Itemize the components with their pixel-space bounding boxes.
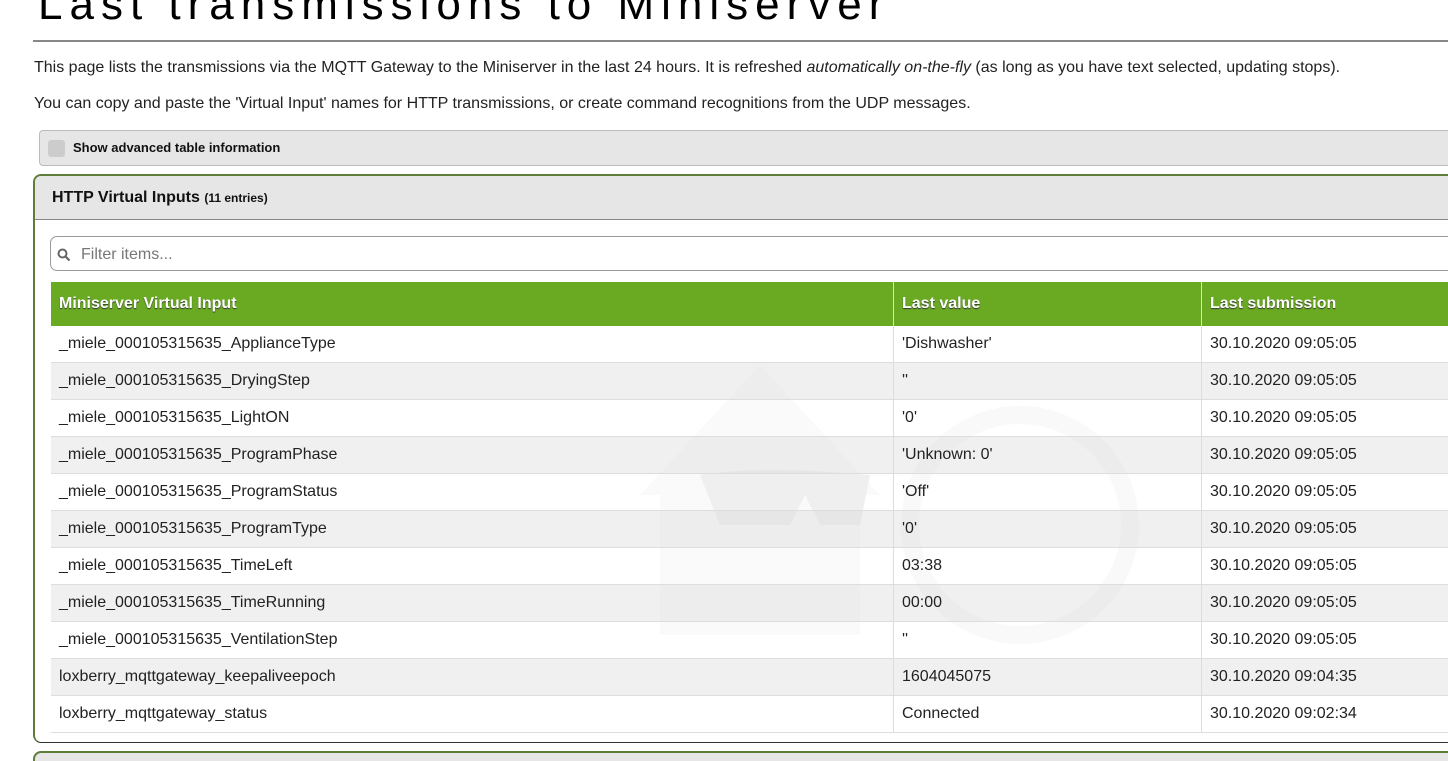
page-title: Last transmissions to Miniserver bbox=[38, 0, 891, 29]
table-row: _miele_000105315635_ProgramType '0' 30.10.… bbox=[51, 510, 1448, 548]
divider bbox=[33, 40, 1448, 42]
virtual-input-name: _miele_000105315635_LightON bbox=[51, 399, 894, 437]
intro-emphasis: automatically on-the-fly bbox=[806, 59, 971, 76]
virtual-input-name: _miele_000105315635_ProgramType bbox=[51, 510, 894, 548]
virtual-input-name: _miele_000105315635_TimeLeft bbox=[51, 547, 894, 585]
panel-header[interactable]: HTTP Virtual Inputs (11 entries) bbox=[35, 176, 1448, 220]
last-submission: 30.10.2020 09:05:05 bbox=[1201, 436, 1448, 474]
intro-text-end: (as long as you have text selected, upda… bbox=[970, 59, 1341, 76]
filter-input[interactable] bbox=[79, 241, 1383, 269]
table-row: _miele_000105315635_DryingStep '' 30.10.20… bbox=[51, 362, 1448, 400]
last-value: Connected bbox=[893, 695, 1202, 733]
virtual-input-name: loxberry_mqttgateway_keepaliveepoch bbox=[51, 658, 894, 696]
advanced-info-label[interactable]: Show advanced table information bbox=[73, 140, 280, 155]
last-value: '' bbox=[893, 621, 1202, 659]
advanced-info-checkbox[interactable] bbox=[48, 140, 65, 157]
table-row: _miele_000105315635_TimeRunning 00:00 30.1… bbox=[51, 584, 1448, 622]
last-value: 00:00 bbox=[893, 584, 1202, 622]
table-row: loxberry_mqttgateway_status Connected 30.1… bbox=[51, 695, 1448, 733]
next-panel-header[interactable] bbox=[33, 751, 1448, 761]
panel-title: HTTP Virtual Inputs (11 entries) bbox=[52, 189, 268, 207]
last-submission: 30.10.2020 09:05:05 bbox=[1201, 510, 1448, 548]
table-row: _miele_000105315635_ProgramPhase 'Unknown… bbox=[51, 436, 1448, 474]
last-submission: 30.10.2020 09:02:34 bbox=[1201, 695, 1448, 733]
intro-paragraph: This page lists the transmissions via th… bbox=[34, 59, 1340, 77]
virtual-input-name: _miele_000105315635_TimeRunning bbox=[51, 584, 894, 622]
search-icon bbox=[57, 248, 71, 262]
last-submission: 30.10.2020 09:05:05 bbox=[1201, 584, 1448, 622]
last-value: 'Unknown: 0' bbox=[893, 436, 1202, 474]
table-row: _miele_000105315635_ProgramStatus 'Off' 30… bbox=[51, 473, 1448, 511]
last-value: 1604045075 bbox=[893, 658, 1202, 696]
virtual-input-name: _miele_000105315635_VentilationStep bbox=[51, 621, 894, 659]
column-header-virtual-input[interactable]: Miniserver Virtual Input bbox=[51, 282, 894, 326]
intro-text: This page lists the transmissions via th… bbox=[34, 59, 807, 76]
virtual-input-name: _miele_000105315635_ApplianceType bbox=[51, 326, 894, 363]
table-row: loxberry_mqttgateway_keepaliveepoch 16040… bbox=[51, 658, 1448, 696]
last-value: 'Off' bbox=[893, 473, 1202, 511]
last-value: 'Dishwasher' bbox=[893, 326, 1202, 363]
last-submission: 30.10.2020 09:05:05 bbox=[1201, 362, 1448, 400]
entry-count: (11 entries) bbox=[204, 191, 268, 205]
filter-field[interactable] bbox=[50, 236, 1448, 271]
table-row: _miele_000105315635_TimeLeft 03:38 30.10.2… bbox=[51, 547, 1448, 585]
panel-title-text: HTTP Virtual Inputs bbox=[52, 189, 200, 206]
table-row: _miele_000105315635_VentilationStep '' 30.… bbox=[51, 621, 1448, 659]
table-header-row: Miniserver Virtual Input Last value Last… bbox=[51, 282, 1448, 326]
last-submission: 30.10.2020 09:04:35 bbox=[1201, 658, 1448, 696]
last-value: '0' bbox=[893, 510, 1202, 548]
virtual-inputs-table: Miniserver Virtual Input Last value Last… bbox=[51, 282, 1448, 733]
last-submission: 30.10.2020 09:05:05 bbox=[1201, 473, 1448, 511]
last-submission: 30.10.2020 09:05:05 bbox=[1201, 326, 1448, 363]
last-submission: 30.10.2020 09:05:05 bbox=[1201, 547, 1448, 585]
virtual-input-name: _miele_000105315635_DryingStep bbox=[51, 362, 894, 400]
column-header-last-submission[interactable]: Last submission bbox=[1201, 282, 1448, 326]
virtual-input-name: _miele_000105315635_ProgramStatus bbox=[51, 473, 894, 511]
last-value: '' bbox=[893, 362, 1202, 400]
virtual-input-name: loxberry_mqttgateway_status bbox=[51, 695, 894, 733]
intro-paragraph-2: You can copy and paste the 'Virtual Inpu… bbox=[34, 95, 971, 112]
virtual-input-name: _miele_000105315635_ProgramPhase bbox=[51, 436, 894, 474]
last-value: '0' bbox=[893, 399, 1202, 437]
advanced-info-toggle[interactable]: Show advanced table information bbox=[39, 130, 1448, 166]
column-header-last-value[interactable]: Last value bbox=[893, 282, 1202, 326]
table-row: _miele_000105315635_LightON '0' 30.10.2020… bbox=[51, 399, 1448, 437]
last-submission: 30.10.2020 09:05:05 bbox=[1201, 399, 1448, 437]
table-row: _miele_000105315635_ApplianceType 'Dishwa… bbox=[51, 326, 1448, 363]
last-submission: 30.10.2020 09:05:05 bbox=[1201, 621, 1448, 659]
last-value: 03:38 bbox=[893, 547, 1202, 585]
